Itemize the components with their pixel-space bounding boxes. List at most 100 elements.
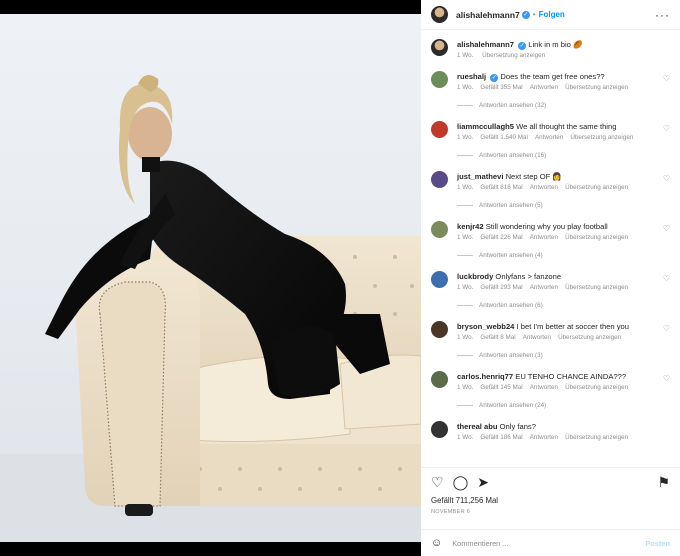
like-count[interactable]: Gefällt 711,256 Mal bbox=[421, 496, 680, 505]
comment-likes[interactable]: Gefällt 818 Mal bbox=[480, 184, 522, 191]
translate-button[interactable]: Übersetzung anzeigen bbox=[570, 134, 633, 141]
reply-button[interactable]: Antworten bbox=[530, 284, 558, 291]
comment-input[interactable]: Kommentieren ... bbox=[452, 539, 508, 548]
caption: alishalehmann7 ✓ Link in m bio 🏉 1 Wo. Ü… bbox=[431, 39, 670, 59]
more-icon[interactable]: ··· bbox=[655, 8, 670, 22]
translate-button[interactable]: Übersetzung anzeigen bbox=[565, 84, 628, 91]
post-panel: alishalehmann7 ✓ • Folgen ··· alishalehm… bbox=[421, 0, 680, 556]
comment-time: 1 Wo. bbox=[457, 134, 474, 141]
comment-time: 1 Wo. bbox=[457, 384, 474, 391]
follow-button[interactable]: Folgen bbox=[539, 10, 565, 19]
avatar[interactable] bbox=[431, 121, 448, 138]
heart-icon[interactable]: ♡ bbox=[663, 324, 670, 333]
heart-icon[interactable]: ♡ bbox=[663, 74, 670, 83]
reply-button[interactable]: Antworten bbox=[530, 184, 558, 191]
list-item: bryson_webb24 I bet I'm better at soccer… bbox=[431, 321, 670, 359]
avatar[interactable] bbox=[431, 6, 448, 23]
verified-icon: ✓ bbox=[490, 74, 499, 82]
comment-likes[interactable]: Gefällt 1.540 Mal bbox=[480, 134, 528, 141]
list-item: luckbrody Onlyfans > fanzone 1 Wo. Gefäll… bbox=[431, 271, 670, 309]
comment-text: Onlyfans > fanzone bbox=[495, 272, 562, 281]
reply-button[interactable]: Antworten bbox=[530, 84, 558, 91]
comment-time: 1 Wo. bbox=[457, 334, 474, 341]
comment-likes[interactable]: Gefällt 226 Mal bbox=[480, 234, 522, 241]
avatar[interactable] bbox=[431, 221, 448, 238]
comment-time: 1 Wo. bbox=[457, 284, 474, 291]
post-date: NOVEMBER 6 bbox=[431, 509, 471, 515]
share-icon[interactable]: ➤ bbox=[477, 474, 489, 491]
verified-icon: ✓ bbox=[518, 42, 527, 50]
comment-icon[interactable]: ◯ bbox=[453, 474, 469, 491]
emoji-icon[interactable]: ☺ bbox=[431, 537, 442, 549]
comment-time: 1 Wo. bbox=[457, 234, 474, 241]
caption-text: Link in m bio bbox=[528, 40, 571, 49]
avatar[interactable] bbox=[431, 371, 448, 388]
view-replies-button[interactable]: Antworten ansehen (24) bbox=[457, 402, 670, 409]
reply-button[interactable]: Antworten bbox=[530, 384, 558, 391]
comment-text: I bet I'm better at soccer then you bbox=[516, 322, 629, 331]
bookmark-icon[interactable]: ⚑ bbox=[657, 474, 670, 491]
comment-username[interactable]: thereal abu bbox=[457, 422, 498, 431]
list-item: thereal abu Only fans? 1 Wo. Gefällt 186 … bbox=[431, 421, 670, 441]
comment-text: Does the team get free ones?? bbox=[500, 72, 605, 81]
comment-username[interactable]: luckbrody bbox=[457, 272, 493, 281]
reply-button[interactable]: Antworten bbox=[530, 234, 558, 241]
reply-button[interactable]: Antworten bbox=[535, 134, 563, 141]
heart-icon[interactable]: ♡ bbox=[663, 274, 670, 283]
comment-username[interactable]: liammccullagh5 bbox=[457, 122, 514, 131]
post-photo[interactable] bbox=[0, 14, 421, 542]
avatar[interactable] bbox=[431, 71, 448, 88]
translate-button[interactable]: Übersetzung anzeigen bbox=[565, 284, 628, 291]
comment-likes[interactable]: Gefällt 186 Mal bbox=[480, 434, 522, 441]
verified-icon: ✓ bbox=[521, 10, 530, 19]
comment-username[interactable]: bryson_webb24 bbox=[457, 322, 514, 331]
comments-list[interactable]: alishalehmann7 ✓ Link in m bio 🏉 1 Wo. Ü… bbox=[421, 30, 680, 467]
translate-button[interactable]: Übersetzung anzeigen bbox=[558, 334, 621, 341]
view-replies-button[interactable]: Antworten ansehen (16) bbox=[457, 152, 670, 159]
avatar[interactable] bbox=[431, 271, 448, 288]
heart-icon[interactable]: ♡ bbox=[663, 374, 670, 383]
comment-likes[interactable]: Gefällt 145 Mal bbox=[480, 384, 522, 391]
caption-username[interactable]: alishalehmann7 bbox=[457, 40, 514, 49]
avatar[interactable] bbox=[431, 421, 448, 438]
comment-likes[interactable]: Gefällt 8 Mal bbox=[480, 334, 515, 341]
view-replies-button[interactable]: Antworten ansehen (5) bbox=[457, 202, 670, 209]
list-item: rueshalj ✓ Does the team get free ones??… bbox=[431, 71, 670, 109]
translate-button[interactable]: Übersetzung anzeigen bbox=[565, 234, 628, 241]
comment-username[interactable]: rueshalj bbox=[457, 72, 486, 81]
comment-username[interactable]: carlos.henriq77 bbox=[457, 372, 513, 381]
comment-likes[interactable]: Gefällt 355 Mal bbox=[480, 84, 522, 91]
heart-icon[interactable]: ♡ bbox=[663, 174, 670, 183]
comment-box: ☺ Kommentieren ... Posten bbox=[421, 529, 680, 556]
football-icon: 🏉 bbox=[573, 40, 583, 49]
comment-text: Next step OF 👩 bbox=[505, 172, 562, 181]
comment-likes[interactable]: Gefällt 293 Mal bbox=[480, 284, 522, 291]
translate-button[interactable]: Übersetzung anzeigen bbox=[565, 384, 628, 391]
translate-button[interactable]: Übersetzung anzeigen bbox=[565, 434, 628, 441]
avatar[interactable] bbox=[431, 171, 448, 188]
view-replies-button[interactable]: Antworten ansehen (3) bbox=[457, 352, 670, 359]
heart-icon[interactable]: ♡ bbox=[663, 124, 670, 133]
translate-button[interactable]: Übersetzung anzeigen bbox=[482, 52, 545, 59]
comment-time: 1 Wo. bbox=[457, 184, 474, 191]
view-replies-button[interactable]: Antworten ansehen (6) bbox=[457, 302, 670, 309]
translate-button[interactable]: Übersetzung anzeigen bbox=[565, 184, 628, 191]
comment-time: 1 Wo. bbox=[457, 434, 474, 441]
post-button[interactable]: Posten bbox=[645, 539, 670, 548]
list-item: liammccullagh5 We all thought the same t… bbox=[431, 121, 670, 159]
comment-time: 1 Wo. bbox=[457, 84, 474, 91]
view-replies-button[interactable]: Antworten ansehen (32) bbox=[457, 102, 670, 109]
avatar[interactable] bbox=[431, 321, 448, 338]
action-bar: ♡ ◯ ➤ ⚑ Gefällt 711,256 Mal NOVEMBER 6 bbox=[421, 467, 680, 515]
reply-button[interactable]: Antworten bbox=[530, 434, 558, 441]
heart-icon[interactable]: ♡ bbox=[431, 474, 444, 491]
reply-button[interactable]: Antworten bbox=[523, 334, 551, 341]
comment-username[interactable]: just_mathevi bbox=[457, 172, 503, 181]
heart-icon[interactable]: ♡ bbox=[663, 224, 670, 233]
comment-text: Only fans? bbox=[499, 422, 536, 431]
comment-username[interactable]: kenjr42 bbox=[457, 222, 484, 231]
view-replies-button[interactable]: Antworten ansehen (4) bbox=[457, 252, 670, 259]
username[interactable]: alishalehmann7 bbox=[456, 10, 520, 20]
avatar[interactable] bbox=[431, 39, 448, 56]
comment-text: Still wondering why you play football bbox=[485, 222, 608, 231]
